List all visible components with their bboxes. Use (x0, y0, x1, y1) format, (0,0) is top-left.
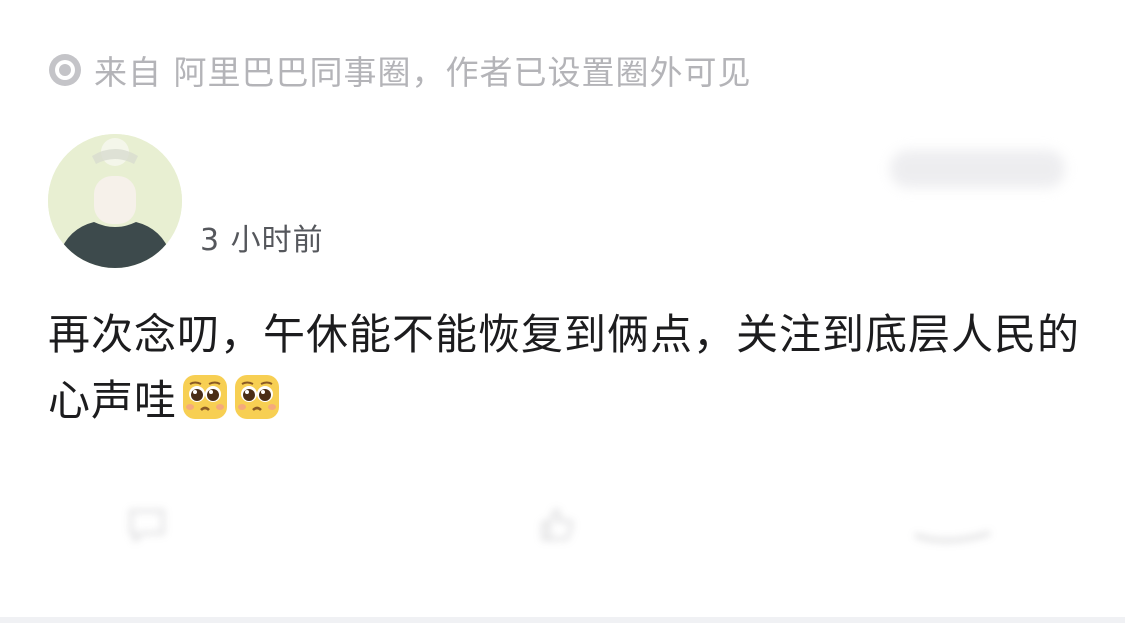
pleading-face-emoji (235, 375, 280, 419)
share-icon[interactable] (905, 505, 1000, 545)
comment-icon[interactable] (125, 505, 169, 545)
post-content: 再次念叨，午休能不能恢复到俩点，关注到底层人民的心声哇 (48, 302, 1088, 434)
source-circle-icon (49, 54, 81, 86)
post-card: 来自 阿里巴巴同事圈，作者已设置圈外可见 3 小时前 再次念叨，午休能不能恢复到… (0, 0, 1125, 623)
author-name[interactable] (200, 148, 620, 188)
source-text: 来自 阿里巴巴同事圈，作者已设置圈外可见 (94, 53, 752, 92)
pleading-face-emoji (183, 375, 228, 419)
author-badge (890, 150, 1065, 188)
source-line: 来自 阿里巴巴同事圈，作者已设置圈外可见 (48, 48, 752, 92)
like-icon[interactable] (535, 505, 579, 545)
post-time: 3 小时前 (200, 223, 324, 258)
avatar-image (48, 134, 182, 268)
avatar[interactable] (48, 134, 182, 268)
bottom-divider (0, 617, 1125, 623)
